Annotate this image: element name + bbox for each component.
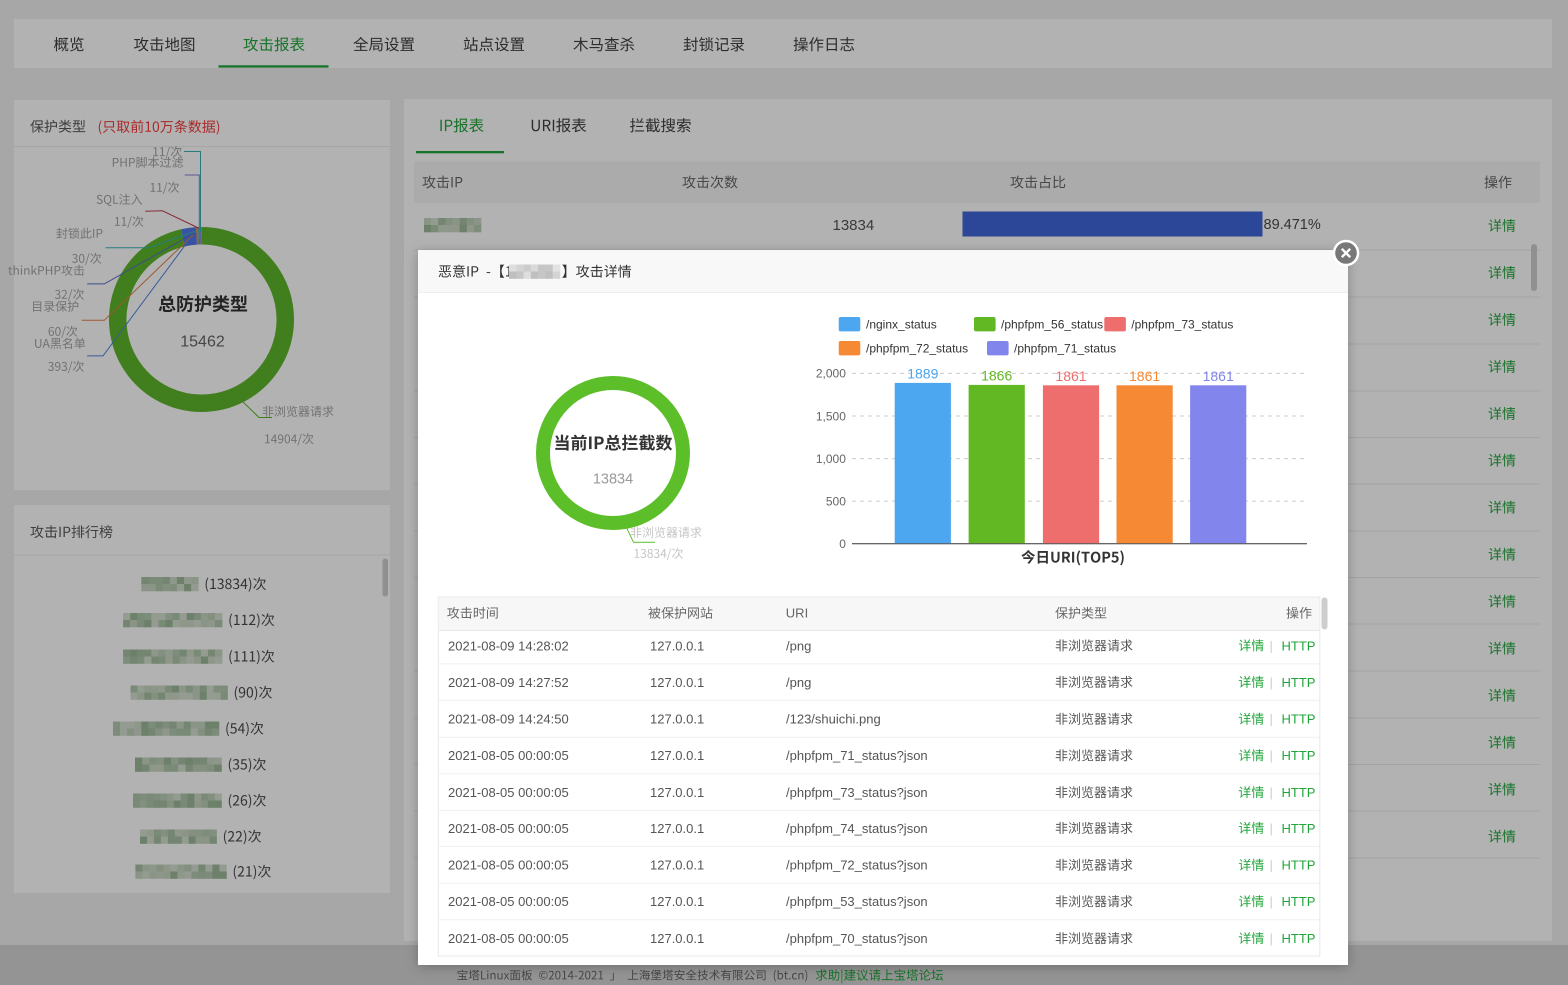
svg-text:/png: /png <box>786 675 811 690</box>
svg-text:|: | <box>1270 931 1273 946</box>
svg-text:/png: /png <box>786 638 811 653</box>
svg-text:2021-08-09 14:28:02: 2021-08-09 14:28:02 <box>448 638 569 653</box>
svg-text:500: 500 <box>826 494 846 508</box>
svg-text:2021-08-05 00:00:05: 2021-08-05 00:00:05 <box>448 894 569 909</box>
svg-text:2021-08-05 00:00:05: 2021-08-05 00:00:05 <box>448 821 569 836</box>
svg-text:|: | <box>1270 712 1273 727</box>
svg-text:127.0.0.1: 127.0.0.1 <box>650 675 704 690</box>
svg-text:2021-08-05 00:00:05: 2021-08-05 00:00:05 <box>448 931 569 946</box>
svg-text:127.0.0.1: 127.0.0.1 <box>650 821 704 836</box>
svg-text:HTTP: HTTP <box>1282 821 1316 836</box>
svg-text:127.0.0.1: 127.0.0.1 <box>650 748 704 763</box>
svg-text:/phpfpm_53_status?json: /phpfpm_53_status?json <box>786 894 928 909</box>
svg-text:127.0.0.1: 127.0.0.1 <box>650 712 704 727</box>
svg-text:HTTP: HTTP <box>1282 748 1316 763</box>
svg-text:2,000: 2,000 <box>816 367 846 381</box>
svg-text:1,500: 1,500 <box>816 409 846 423</box>
svg-text:2021-08-05 00:00:05: 2021-08-05 00:00:05 <box>448 748 569 763</box>
svg-text:|: | <box>1270 785 1273 800</box>
svg-text:HTTP: HTTP <box>1282 785 1316 800</box>
svg-text:/nginx_status: /nginx_status <box>866 318 937 332</box>
svg-text:0: 0 <box>839 537 846 551</box>
svg-text:/phpfpm_74_status?json: /phpfpm_74_status?json <box>786 821 928 836</box>
svg-text:1861: 1861 <box>1055 368 1086 384</box>
svg-text:1861: 1861 <box>1129 368 1160 384</box>
svg-text:HTTP: HTTP <box>1282 931 1316 946</box>
svg-text:/phpfpm_73_status: /phpfpm_73_status <box>1131 318 1233 332</box>
svg-text:|: | <box>1270 821 1273 836</box>
svg-text:|: | <box>1270 894 1273 909</box>
svg-text:127.0.0.1: 127.0.0.1 <box>650 931 704 946</box>
svg-text:/phpfpm_70_status?json: /phpfpm_70_status?json <box>786 931 928 946</box>
svg-text:1,000: 1,000 <box>816 452 846 466</box>
svg-text:2021-08-09 14:24:50: 2021-08-09 14:24:50 <box>448 712 569 727</box>
svg-text:/phpfpm_71_status?json: /phpfpm_71_status?json <box>786 748 928 763</box>
svg-text:HTTP: HTTP <box>1282 712 1316 727</box>
svg-text:URI: URI <box>786 606 808 621</box>
svg-text:/phpfpm_72_status?json: /phpfpm_72_status?json <box>786 858 928 873</box>
svg-text:|: | <box>1270 748 1273 763</box>
svg-text:127.0.0.1: 127.0.0.1 <box>650 785 704 800</box>
svg-text:1889: 1889 <box>907 365 938 381</box>
svg-text:HTTP: HTTP <box>1282 858 1316 873</box>
svg-text:13834: 13834 <box>593 472 633 488</box>
svg-text:|: | <box>1270 638 1273 653</box>
svg-text:/phpfpm_72_status: /phpfpm_72_status <box>866 342 968 356</box>
svg-text:/phpfpm_73_status?json: /phpfpm_73_status?json <box>786 785 928 800</box>
svg-text:127.0.0.1: 127.0.0.1 <box>650 858 704 873</box>
svg-text:|: | <box>1270 675 1273 690</box>
svg-text:HTTP: HTTP <box>1282 675 1316 690</box>
svg-text:1866: 1866 <box>981 367 1012 383</box>
svg-text:HTTP: HTTP <box>1282 638 1316 653</box>
svg-text:2021-08-05 00:00:05: 2021-08-05 00:00:05 <box>448 858 569 873</box>
svg-text:2021-08-05 00:00:05: 2021-08-05 00:00:05 <box>448 785 569 800</box>
svg-text:/phpfpm_56_status: /phpfpm_56_status <box>1001 318 1103 332</box>
svg-text:|: | <box>1270 858 1273 873</box>
svg-text:127.0.0.1: 127.0.0.1 <box>650 894 704 909</box>
svg-text:/123/shuichi.png: /123/shuichi.png <box>786 712 881 727</box>
svg-text:127.0.0.1: 127.0.0.1 <box>650 638 704 653</box>
svg-text:/phpfpm_71_status: /phpfpm_71_status <box>1014 342 1116 356</box>
svg-text:2021-08-09 14:27:52: 2021-08-09 14:27:52 <box>448 675 569 690</box>
svg-text:HTTP: HTTP <box>1282 894 1316 909</box>
svg-text:1861: 1861 <box>1203 368 1234 384</box>
